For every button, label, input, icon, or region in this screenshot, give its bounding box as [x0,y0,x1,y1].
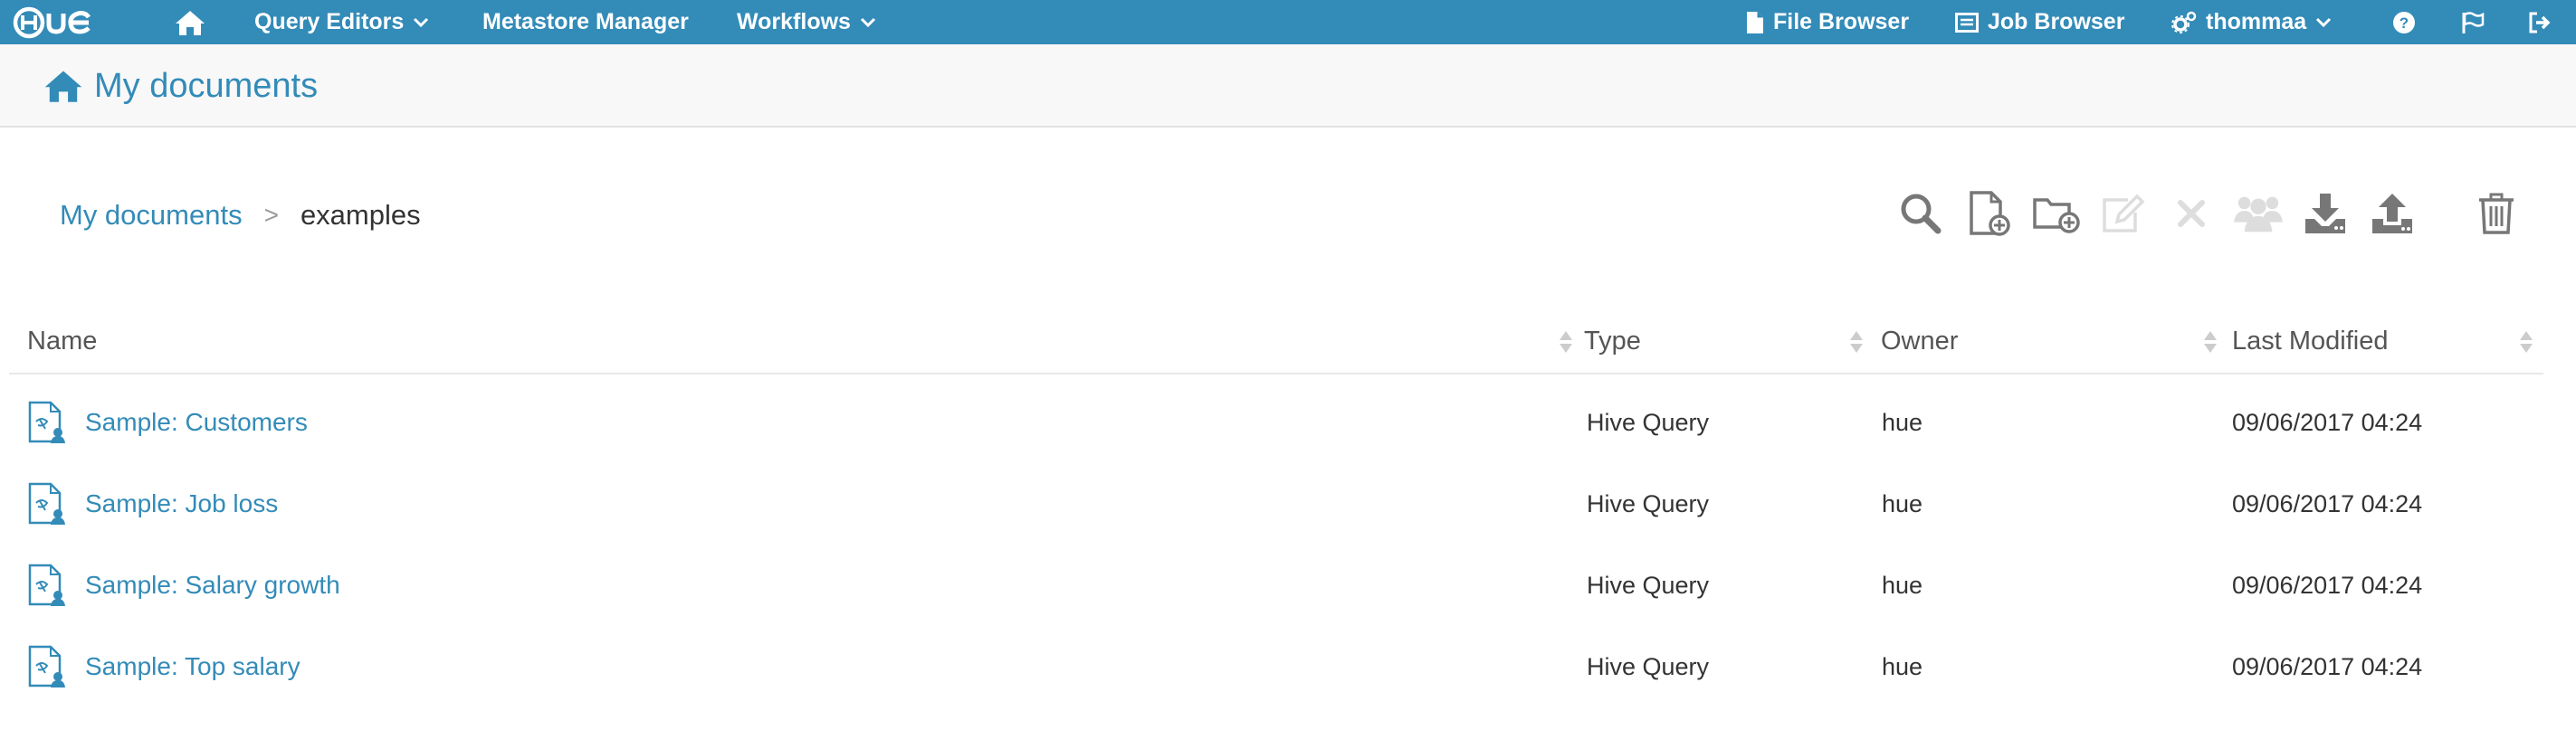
table-row[interactable]: Sample: Customers Hive Query hue 09/06/2… [9,382,2543,463]
chevron-down-icon [2316,17,2332,27]
nav-workflows[interactable]: Workflows [737,0,876,44]
modified-cell: 09/06/2017 04:24 [2232,571,2423,599]
modified-cell: 09/06/2017 04:24 [2232,408,2423,436]
column-header-name[interactable]: Name [27,318,97,364]
nav-file-browser[interactable]: File Browser [1746,0,1909,44]
upload-button[interactable] [2368,188,2417,239]
chevron-down-icon [860,17,876,27]
nav-workflows-label: Workflows [737,9,851,34]
type-cell: Hive Query [1587,408,1710,436]
page-title-text: My documents [94,66,319,105]
page-title[interactable]: My documents [43,64,318,108]
download-button[interactable] [2301,188,2350,239]
nav-logout[interactable] [2528,0,2552,44]
nav-query-editors[interactable]: Query Editors [254,0,429,44]
type-cell: Hive Query [1587,652,1710,680]
home-icon [44,71,82,102]
sort-icon[interactable] [2203,329,2218,355]
breadcrumb-root[interactable]: My documents [60,199,243,232]
table-row[interactable]: Sample: Salary growth Hive Query hue 09/… [9,545,2543,626]
nav-tour[interactable] [2461,0,2485,44]
sort-icon[interactable] [2519,329,2533,355]
name-cell: Sample: Salary growth [27,545,340,626]
name-cell: Sample: Top salary [27,626,301,707]
nav-job-browser-label: Job Browser [1988,9,2125,34]
modified-cell: 09/06/2017 04:24 [2232,652,2423,680]
nav-query-editors-label: Query Editors [254,9,405,34]
nav-file-browser-label: File Browser [1773,9,1910,34]
hive-query-icon [28,645,65,687]
new-folder-icon [2033,198,2080,233]
column-header-last-modified-label: Last Modified [2232,326,2389,356]
owner-cell: hue [1882,652,1923,680]
type-cell: Hive Query [1587,489,1710,517]
breadcrumb-current: examples [300,199,421,231]
table-row[interactable]: Sample: Job loss Hive Query hue 09/06/20… [9,463,2543,545]
new-folder-button[interactable] [2032,188,2081,239]
hue-logo[interactable] [13,0,94,44]
document-name-link[interactable]: Sample: Customers [85,408,308,437]
top-navbar: Query Editors Metastore Manager Workflow… [0,0,2576,44]
document-name-link[interactable]: Sample: Top salary [85,652,301,681]
logout-icon [2529,12,2551,33]
nav-job-browser[interactable]: Job Browser [1955,0,2124,44]
modified-cell: 09/06/2017 04:24 [2232,489,2423,517]
table-row[interactable]: Sample: Top salary Hive Query hue 09/06/… [9,626,2543,707]
breadcrumb: My documents > examples [60,195,421,235]
document-name-link[interactable]: Sample: Job loss [85,489,278,518]
sort-icon[interactable] [1559,329,1573,355]
column-header-owner[interactable]: Owner [1881,318,1958,364]
help-icon: ? [2393,11,2415,33]
chevron-down-icon [414,17,429,27]
name-cell: Sample: Customers [27,382,308,463]
new-document-icon [1970,191,2010,236]
breadcrumb-separator: > [263,201,279,229]
table-header: Name Type Owner Last Modified [9,318,2543,374]
hive-query-icon [28,482,65,525]
flag-icon [2462,11,2485,33]
nav-help[interactable]: ? [2392,0,2416,44]
name-cell: Sample: Job loss [27,463,278,545]
nav-metastore-manager[interactable]: Metastore Manager [482,0,689,44]
hive-query-icon [28,401,65,443]
sort-icon[interactable] [1849,329,1864,355]
type-cell: Hive Query [1587,571,1710,599]
edit-icon [2103,194,2145,232]
column-header-last-modified[interactable]: Last Modified [2232,318,2389,364]
column-header-type[interactable]: Type [1584,318,1641,364]
gears-icon [2171,11,2197,33]
upload-icon [2372,194,2412,233]
owner-cell: hue [1882,408,1923,436]
search-icon [1901,194,1942,234]
trash-button[interactable] [2472,188,2521,239]
home-icon [176,10,205,35]
nav-metastore-label: Metastore Manager [482,9,689,34]
edit-button[interactable] [2099,188,2148,239]
nav-home[interactable] [175,0,205,44]
delete-button[interactable] [2167,188,2216,239]
trash-icon [2479,193,2514,234]
x-icon [2178,200,2205,227]
search-button[interactable] [1896,188,1945,239]
nav-user-menu[interactable]: thommaa [2171,0,2332,44]
hive-query-icon [28,564,65,606]
hue-logo-mark [13,6,91,38]
share-button[interactable] [2234,188,2283,239]
svg-text:?: ? [2399,14,2409,32]
column-header-name-label: Name [27,326,98,356]
document-name-link[interactable]: Sample: Salary growth [85,571,340,600]
nav-user-label: thommaa [2206,9,2307,34]
column-header-owner-label: Owner [1881,326,1959,356]
download-icon [2305,194,2345,233]
list-icon [1955,12,1979,33]
users-icon [2234,196,2283,232]
new-document-button[interactable] [1965,188,2014,239]
page-header: My documents [0,44,2576,128]
owner-cell: hue [1882,571,1923,599]
column-header-type-label: Type [1584,326,1641,356]
owner-cell: hue [1882,489,1923,517]
file-icon [1747,11,1763,33]
